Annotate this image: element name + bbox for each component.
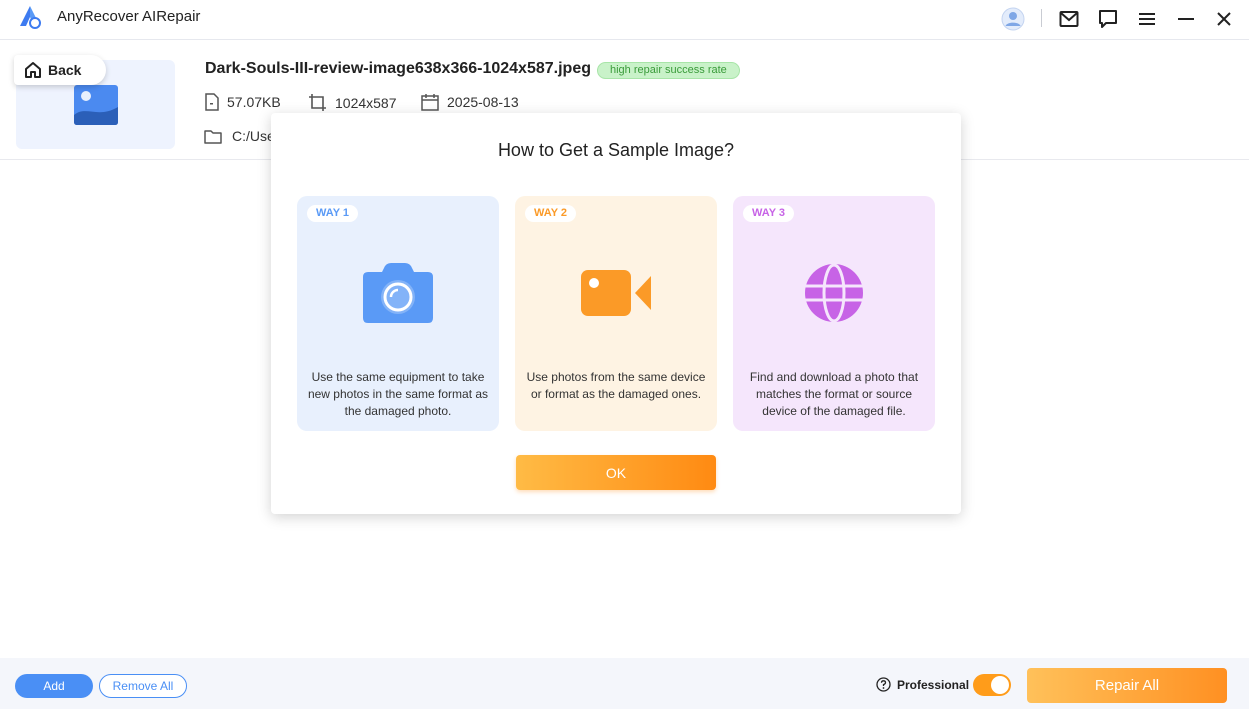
repair-all-button[interactable]: Repair All <box>1027 668 1227 703</box>
help-icon[interactable] <box>876 677 891 692</box>
ok-button[interactable]: OK <box>516 455 716 490</box>
professional-toggle[interactable] <box>973 674 1011 696</box>
way-card-3: WAY 3 Find and download a photo that mat… <box>733 196 935 431</box>
feedback-icon[interactable] <box>1094 6 1122 32</box>
way-card-1: WAY 1 Use the same equipment to take new… <box>297 196 499 431</box>
close-icon[interactable] <box>1210 6 1238 32</box>
home-icon <box>25 62 41 78</box>
toggle-knob <box>991 676 1009 694</box>
way-description: Use photos from the same device or forma… <box>526 370 706 401</box>
way-description: Find and download a photo that matches t… <box>749 370 919 418</box>
mail-icon[interactable] <box>1055 6 1083 32</box>
globe-icon <box>794 258 874 328</box>
account-avatar-icon[interactable] <box>999 6 1027 32</box>
way-description: Use the same equipment to take new photo… <box>307 370 489 418</box>
way-badge: WAY 3 <box>743 205 795 222</box>
folder-icon <box>204 129 222 144</box>
app-title: AnyRecover AIRepair <box>57 8 201 25</box>
app-logo-icon <box>16 4 44 30</box>
file-date: 2025-08-13 <box>421 93 519 111</box>
file-path: C:/Use <box>204 128 275 144</box>
professional-label[interactable]: Professional <box>876 677 969 692</box>
way-badge: WAY 2 <box>525 205 577 222</box>
crop-icon <box>309 94 326 111</box>
file-name: Dark-Souls-III-review-image638x366-1024x… <box>205 60 591 77</box>
menu-icon[interactable] <box>1133 6 1161 32</box>
back-label: Back <box>48 62 82 78</box>
calendar-icon <box>421 94 439 111</box>
repair-rate-badge: high repair success rate <box>597 62 740 79</box>
remove-all-button[interactable]: Remove All <box>99 674 187 698</box>
add-button[interactable]: Add <box>15 674 93 698</box>
way-badge: WAY 1 <box>307 205 359 222</box>
file-dimensions: 1024x587 <box>308 93 397 112</box>
sample-image-dialog: How to Get a Sample Image? WAY 1 Use the… <box>271 113 961 514</box>
file-icon <box>205 93 219 111</box>
file-size: 57.07KB <box>205 93 281 111</box>
bottom-bar: Add Remove All Professional Repair All <box>0 658 1249 709</box>
way-card-2: WAY 2 Use photos from the same device or… <box>515 196 717 431</box>
image-placeholder-icon <box>74 85 118 130</box>
back-button[interactable]: Back <box>14 55 106 85</box>
dialog-title: How to Get a Sample Image? <box>497 140 735 160</box>
minimize-icon[interactable] <box>1172 6 1200 32</box>
title-bar: AnyRecover AIRepair <box>0 0 1249 40</box>
camera-icon <box>358 258 438 328</box>
video-camera-icon <box>576 258 656 328</box>
title-bar-separator <box>1041 9 1042 27</box>
